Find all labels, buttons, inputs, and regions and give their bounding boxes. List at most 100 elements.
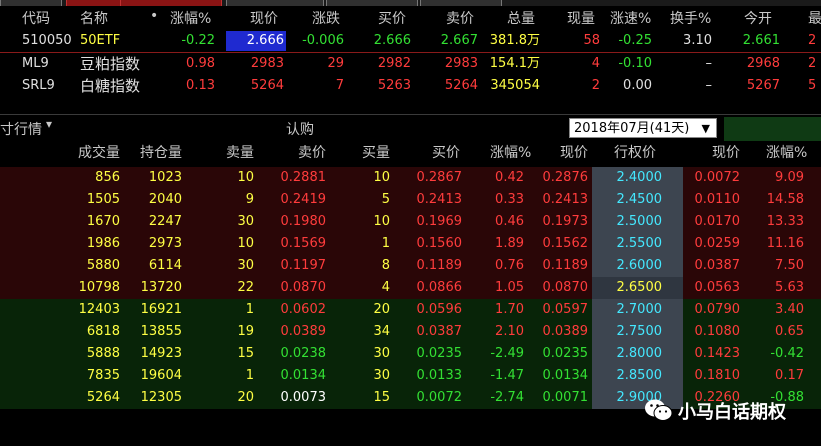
quote-price-selected[interactable]: 2.666 <box>226 31 286 51</box>
option-oi: 12305 <box>140 390 182 405</box>
option-bidq: 10 <box>373 170 390 185</box>
col-pct[interactable]: 涨幅% <box>490 143 531 163</box>
quote-header-open[interactable]: 今开 <box>744 8 772 28</box>
option-price: 0.1562 <box>542 236 589 251</box>
option-ask: 0.0870 <box>280 280 327 295</box>
option-bidq: 30 <box>373 346 390 361</box>
col-ask-qty[interactable]: 卖量 <box>226 143 254 163</box>
option-price: 0.1189 <box>542 258 589 273</box>
option-vol: 1670 <box>86 214 120 229</box>
option-row[interactable]: 1986 2973 10 0.1569 1 0.1560 1.89 0.1562 2.5500 0… <box>0 233 821 255</box>
quote-header-marker: • <box>150 8 159 24</box>
option-askq: 15 <box>237 346 254 361</box>
option-bidq: 20 <box>373 302 390 317</box>
option-ppct: 0.65 <box>775 324 804 339</box>
expiry-select[interactable]: 2018年07月(41天) ▼ <box>569 118 717 138</box>
quote-vol: 154.1万 <box>489 56 540 71</box>
quote-code: 510050 <box>22 33 72 48</box>
quote-row[interactable]: ML9 豆粕指数 0.98 2983 29 2982 2983 154.1万 4… <box>0 53 821 75</box>
option-strike: 2.4500 <box>616 192 663 207</box>
col-put-pct[interactable]: 涨幅% <box>766 143 807 163</box>
quote-header-turn[interactable]: 换手% <box>670 8 711 28</box>
option-ask: 0.2419 <box>280 192 327 207</box>
option-vol: 6818 <box>86 324 120 339</box>
quote-row[interactable]: SRL9 白糖指数 0.13 5264 7 5263 5264 345054 2… <box>0 75 821 97</box>
option-row[interactable]: 12403 16921 1 0.0602 20 0.0596 1.70 0.0597 2.700… <box>0 299 821 321</box>
option-askq: 30 <box>237 214 254 229</box>
option-row[interactable]: 5888 14923 15 0.0238 30 0.0235 -2.49 0.0235 2.80… <box>0 343 821 365</box>
col-bid-price[interactable]: 买价 <box>432 143 460 163</box>
quote-table: 代码 名称 • 涨幅% 现价 涨跌 买价 卖价 总量 现量 涨速% 换手% 今开… <box>0 6 821 98</box>
quote-pct: 0.13 <box>186 78 215 93</box>
option-bidq: 10 <box>373 214 390 229</box>
option-bid: 0.0596 <box>416 302 463 317</box>
option-ask: 0.1569 <box>280 236 327 251</box>
quote-mode-dropdown-icon[interactable]: ▾ <box>46 117 52 131</box>
option-row[interactable]: 1505 2040 9 0.2419 5 0.2413 0.33 0.2413 2.4500 0.… <box>0 189 821 211</box>
option-oi: 16921 <box>140 302 182 317</box>
col-bid-qty[interactable]: 买量 <box>362 143 390 163</box>
option-price: 0.2876 <box>542 170 589 185</box>
quote-bid: 5263 <box>377 78 411 93</box>
quote-header-vol[interactable]: 总量 <box>507 8 535 28</box>
option-row[interactable]: 10798 13720 22 0.0870 4 0.0866 1.05 0.0870 2.650… <box>0 277 821 299</box>
option-askq: 22 <box>237 280 254 295</box>
quote-header-ask[interactable]: 卖价 <box>446 8 474 28</box>
option-ppct: 11.16 <box>766 236 804 251</box>
option-pct: 0.33 <box>495 192 524 207</box>
col-volume[interactable]: 成交量 <box>78 143 120 163</box>
col-strike[interactable]: 行权价 <box>614 143 656 163</box>
option-ppct: 0.17 <box>775 368 804 383</box>
option-pprice: 0.0387 <box>694 258 741 273</box>
option-strike: 2.6000 <box>616 258 663 273</box>
quote-header-cur[interactable]: 现量 <box>567 8 595 28</box>
option-bid: 0.0235 <box>416 346 463 361</box>
option-bid: 0.1560 <box>416 236 463 251</box>
option-ppct: 13.33 <box>766 214 804 229</box>
quote-header-bid[interactable]: 买价 <box>378 8 406 28</box>
option-pct: 0.76 <box>495 258 524 273</box>
option-bid: 0.1969 <box>416 214 463 229</box>
quote-row[interactable]: 510050 50ETF -0.22 2.666 -0.006 2.666 2.… <box>0 30 821 52</box>
option-oi: 1023 <box>148 170 182 185</box>
option-pprice: 0.0790 <box>694 302 741 317</box>
col-price[interactable]: 现价 <box>560 143 588 163</box>
quote-header-pct[interactable]: 涨幅% <box>170 8 211 28</box>
option-strike: 2.7500 <box>616 324 663 339</box>
quote-open: 5267 <box>746 78 780 93</box>
quote-header-chg[interactable]: 涨跌 <box>312 8 340 28</box>
quote-header-last[interactable]: 最 <box>808 8 821 28</box>
quote-header-speed[interactable]: 涨速% <box>610 8 651 28</box>
quote-chg: -0.006 <box>302 33 344 48</box>
quote-bid: 2982 <box>377 56 411 71</box>
option-bid: 0.0387 <box>416 324 463 339</box>
option-bid: 0.1189 <box>416 258 463 273</box>
option-price: 0.1973 <box>542 214 589 229</box>
option-vol: 12403 <box>78 302 120 317</box>
option-price: 0.0870 <box>542 280 589 295</box>
option-pct: -2.49 <box>490 346 524 361</box>
put-panel-header <box>724 117 821 141</box>
option-row[interactable]: 856 1023 10 0.2881 10 0.2867 0.42 0.2876 2.4000 0… <box>0 167 821 189</box>
col-put-price[interactable]: 现价 <box>712 143 740 163</box>
option-askq: 20 <box>237 390 254 405</box>
col-ask-price[interactable]: 卖价 <box>298 143 326 163</box>
col-open-interest[interactable]: 持仓量 <box>140 143 182 163</box>
option-table-header: 成交量 持仓量 卖量 卖价 买量 买价 涨幅% 现价 行权价 现价 涨幅% <box>0 143 821 165</box>
option-strike: 2.6500 <box>616 280 663 295</box>
option-askq: 10 <box>237 170 254 185</box>
option-askq: 10 <box>237 236 254 251</box>
quote-mode-label[interactable]: 寸行情 <box>0 119 42 139</box>
option-pct: 1.70 <box>495 302 524 317</box>
quote-price: 2983 <box>250 56 284 71</box>
option-vol: 5888 <box>86 346 120 361</box>
option-oi: 14923 <box>140 346 182 361</box>
option-row[interactable]: 5880 6114 30 0.1197 8 0.1189 0.76 0.1189 2.6000 0… <box>0 255 821 277</box>
option-oi: 2247 <box>148 214 182 229</box>
option-row[interactable]: 7835 19604 1 0.0134 30 0.0133 -1.47 0.0134 2.850… <box>0 365 821 387</box>
option-row[interactable]: 6818 13855 19 0.0389 34 0.0387 2.10 0.0389 2.750… <box>0 321 821 343</box>
quote-header-price[interactable]: 现价 <box>250 8 278 28</box>
quote-price: 5264 <box>250 78 284 93</box>
option-oi: 13720 <box>140 280 182 295</box>
option-row[interactable]: 1670 2247 30 0.1980 10 0.1969 0.46 0.1973 2.5000… <box>0 211 821 233</box>
